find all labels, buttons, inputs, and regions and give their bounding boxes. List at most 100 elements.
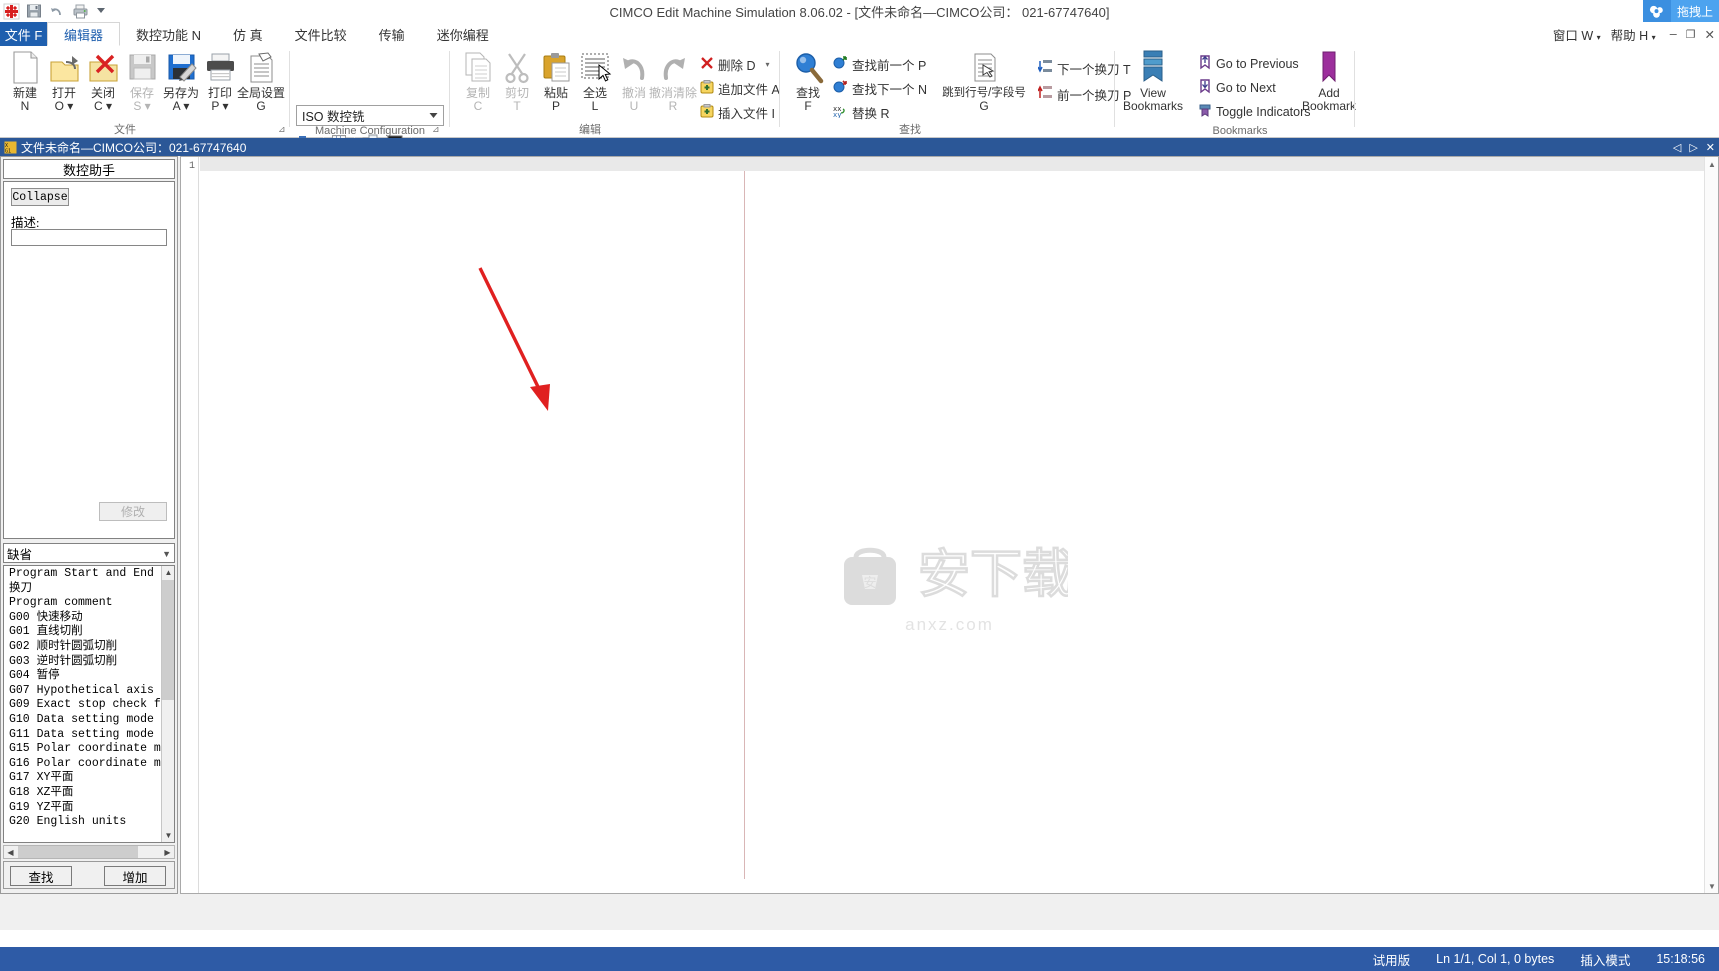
- machine-config-dialog-launcher[interactable]: ⊿: [432, 124, 440, 135]
- scroll-down-icon[interactable]: ▼: [1705, 879, 1719, 893]
- gcode-list-items: Program Start and End 换刀 Program comment…: [4, 567, 174, 830]
- list-item[interactable]: G17 XY平面: [4, 771, 162, 786]
- list-item[interactable]: G16 Polar coordinate mode: [4, 757, 174, 772]
- list-item[interactable]: G00 快速移动: [4, 611, 162, 626]
- list-item[interactable]: G11 Data setting mode cance: [4, 728, 174, 743]
- list-item[interactable]: Program Start and End: [4, 567, 162, 582]
- collapse-button[interactable]: Collapse: [11, 188, 69, 206]
- ribbon-append-file-button[interactable]: 追加文件 A: [700, 78, 780, 98]
- label: Go to Previous: [1216, 57, 1299, 71]
- goto-previous-bookmark-icon: [1198, 55, 1212, 73]
- list-item[interactable]: Program comment: [4, 596, 162, 611]
- new-document-icon: [10, 50, 41, 84]
- chevron-down-icon: ▾: [1596, 32, 1601, 42]
- svg-text:G1: G1: [5, 148, 11, 154]
- scroll-thumb[interactable]: [162, 580, 174, 700]
- list-item[interactable]: G07 Hypothetical axis inte.: [4, 684, 174, 699]
- list-item[interactable]: G04 暂停: [4, 669, 162, 684]
- baidu-netdisk-badge[interactable]: 拖拽上: [1642, 0, 1719, 22]
- ribbon-goto-previous-bookmark-button[interactable]: Go to Previous: [1198, 54, 1299, 74]
- ribbon-view-bookmarks-button[interactable]: View Bookmarks: [1115, 50, 1191, 113]
- ribbon-goto-line-button[interactable]: 跳到行号/字段号 G: [935, 50, 1033, 113]
- minimize-icon[interactable]: –: [1670, 27, 1677, 41]
- mdi-close-icon[interactable]: ✕: [1706, 141, 1715, 154]
- ribbon-find-button[interactable]: 查找 F: [785, 50, 831, 113]
- shortcut: P ▾: [211, 99, 229, 113]
- list-item[interactable]: G15 Polar coordinate mode .: [4, 742, 174, 757]
- ribbon-redo-button[interactable]: 撤消清除 R: [645, 50, 701, 113]
- nc-assistant-panel: 数控助手 Collapse 描述: 修改 缺省 ▼ Program Start …: [0, 156, 178, 894]
- add-button[interactable]: 增加: [104, 866, 166, 886]
- shortcut: G: [979, 99, 989, 113]
- tab-transfer[interactable]: 传输: [363, 22, 421, 46]
- editor-top-strip: [200, 157, 1704, 171]
- label: 替换 R: [852, 106, 890, 121]
- ribbon-replace-button[interactable]: xx xy 替换 R: [833, 102, 890, 122]
- list-item[interactable]: G18 XZ平面: [4, 786, 162, 801]
- list-item[interactable]: G20 English units: [4, 815, 162, 830]
- preset-combo[interactable]: 缺省 ▼: [3, 543, 175, 563]
- baidu-badge-label: 拖拽上: [1670, 0, 1719, 22]
- window-menu-bar: 窗口 W ▾ 帮助 H ▾ – ❐ ✕: [1553, 22, 1715, 46]
- restore-icon[interactable]: ❐: [1686, 28, 1696, 41]
- gcode-list-vertical-scrollbar[interactable]: ▲ ▼: [161, 566, 174, 842]
- machine-config-combo-value: ISO 数控铣: [302, 110, 365, 124]
- gcode-list-horizontal-scrollbar[interactable]: ◀ ▶: [3, 845, 175, 859]
- scroll-up-icon[interactable]: ▲: [162, 566, 174, 579]
- label: 追加文件 A: [718, 82, 780, 97]
- list-item[interactable]: G02 顺时针圆弧切削: [4, 640, 162, 655]
- ribbon-toggle-indicators-button[interactable]: Toggle Indicators: [1198, 102, 1311, 122]
- nc-assistant-title: 数控助手: [3, 159, 175, 179]
- shortcut: S ▾: [133, 99, 151, 113]
- scroll-thumb-horizontal[interactable]: [18, 846, 138, 858]
- scroll-down-icon[interactable]: ▼: [162, 829, 174, 842]
- editor-vertical-scrollbar[interactable]: ▲ ▼: [1704, 157, 1718, 893]
- tab-nc-functions[interactable]: 数控功能 N: [120, 22, 217, 46]
- code-editor[interactable]: 1 安 安下载 anxz.com ▲ ▼: [180, 156, 1719, 894]
- scroll-up-icon[interactable]: ▲: [1705, 157, 1719, 171]
- search-button[interactable]: 查找: [10, 866, 72, 886]
- tab-simulation[interactable]: 仿 真: [217, 22, 279, 46]
- modify-button[interactable]: 修改: [99, 502, 167, 521]
- shortcut: N: [20, 99, 30, 113]
- file-dialog-launcher[interactable]: ⊿: [278, 124, 286, 135]
- menu-window[interactable]: 窗口 W ▾: [1553, 25, 1601, 44]
- ribbon-find-next-button[interactable]: 查找下一个 N: [833, 78, 927, 98]
- ribbon-add-bookmark-button[interactable]: Add Bookmark: [1295, 50, 1363, 113]
- chevron-down-icon[interactable]: ▼: [162, 549, 171, 559]
- list-item[interactable]: 换刀: [4, 582, 162, 597]
- chevron-down-icon[interactable]: ▾: [766, 60, 770, 69]
- list-item[interactable]: G03 逆时针圆弧切削: [4, 655, 162, 670]
- scroll-right-icon[interactable]: ▶: [161, 846, 174, 858]
- shortcut: Bookmarks: [1122, 99, 1184, 113]
- machine-config-combo[interactable]: ISO 数控铣: [296, 105, 444, 126]
- mdi-prev-icon[interactable]: ◁: [1673, 141, 1681, 154]
- tab-mini-programming[interactable]: 迷你编程: [421, 22, 505, 46]
- scroll-left-icon[interactable]: ◀: [4, 846, 17, 858]
- mdi-child-controls: ◁ ▷ ✕: [1673, 138, 1715, 156]
- ribbon-insert-file-button[interactable]: 插入文件 I: [700, 102, 775, 122]
- svg-text:xy: xy: [833, 111, 841, 118]
- chevron-down-icon[interactable]: [425, 107, 442, 124]
- list-item[interactable]: G01 直线切削: [4, 625, 162, 640]
- list-item[interactable]: G09 Exact stop check for o.: [4, 698, 174, 713]
- list-item[interactable]: G19 YZ平面: [4, 801, 162, 816]
- paste-clipboard-icon: [541, 50, 572, 84]
- description-input[interactable]: [11, 229, 167, 246]
- chevron-down-icon: ▾: [1651, 32, 1656, 42]
- ribbon-global-settings-button[interactable]: 全局设置 G: [233, 50, 289, 113]
- ribbon-find-previous-button[interactable]: 查找前一个 P: [833, 54, 926, 74]
- mdi-next-icon[interactable]: ▷: [1689, 141, 1697, 154]
- ribbon: 新建 N 打开 O ▾ 关闭 C ▾ 保存 S ▾ 另存为 A ▾ 打印 P ▾…: [0, 46, 1719, 153]
- shortcut: C ▾: [93, 99, 113, 113]
- tab-file[interactable]: 文件 F: [0, 22, 47, 46]
- menu-help[interactable]: 帮助 H ▾: [1611, 25, 1656, 44]
- tab-editor[interactable]: 编辑器: [47, 22, 121, 46]
- find-previous-icon: [833, 55, 848, 73]
- list-item[interactable]: G10 Data setting mode (Sta.: [4, 713, 174, 728]
- ribbon-goto-next-bookmark-button[interactable]: Go to Next: [1198, 78, 1276, 98]
- close-icon[interactable]: ✕: [1705, 27, 1715, 42]
- ribbon-delete-button[interactable]: 删除 D ▾: [700, 54, 770, 74]
- tab-file-compare[interactable]: 文件比较: [279, 22, 363, 46]
- gcode-list[interactable]: Program Start and End 换刀 Program comment…: [3, 565, 175, 843]
